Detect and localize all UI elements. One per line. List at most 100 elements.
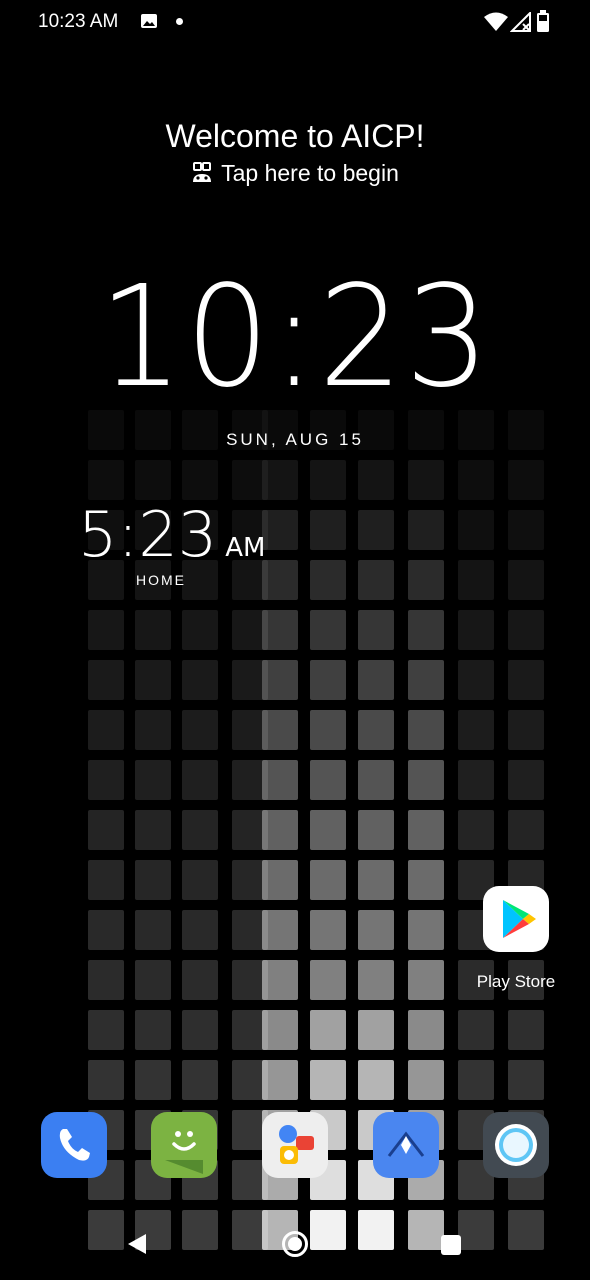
wallpaper-tile [508,610,544,650]
wallpaper-tile [508,760,544,800]
messaging-icon[interactable] [151,1112,217,1178]
wallpaper-tile [508,460,544,500]
wallpaper-tile [310,910,346,950]
status-bar: 10:23 AM [0,0,590,44]
browser-icon[interactable] [373,1112,439,1178]
wallpaper-tile [508,1060,544,1100]
wallpaper-tile [310,510,346,550]
wallpaper-tile [458,1060,494,1100]
wallpaper-tile [88,610,124,650]
welcome-title[interactable]: Welcome to AICP! [0,118,590,155]
wallpaper-tile [88,810,124,850]
back-icon[interactable] [126,1232,148,1256]
wallpaper-tile [135,1010,171,1050]
wallpaper-tile [408,510,444,550]
dock [0,1112,590,1178]
wallpaper-tile [262,510,298,550]
wallpaper-tile [458,710,494,750]
home-clock-label: HOME [136,572,186,588]
wallpaper-tile [358,760,394,800]
wallpaper [0,0,590,1280]
wallpaper-tile [262,560,298,600]
wallpaper-tile [310,460,346,500]
wallpaper-tile [135,710,171,750]
wallpaper-tile [262,1010,298,1050]
wallpaper-tile [262,910,298,950]
wallpaper-tile [508,660,544,700]
wallpaper-tile [310,610,346,650]
wallpaper-tile [408,460,444,500]
wallpaper-tile [182,810,218,850]
wallpaper-tile [358,710,394,750]
wallpaper-tile [508,560,544,600]
wallpaper-tile [135,810,171,850]
wallpaper-tile [408,860,444,900]
wallpaper-tile [310,810,346,850]
navigation-bar [0,1220,590,1280]
wallpaper-tile [88,710,124,750]
wallpaper-tile [182,710,218,750]
wallpaper-tile [358,560,394,600]
play-store-label[interactable]: Play Store [470,972,562,992]
wallpaper-tile [408,560,444,600]
wallpaper-tile [408,710,444,750]
wallpaper-tile [358,1010,394,1050]
wallpaper-tile [262,860,298,900]
wallpaper-tile [88,1060,124,1100]
wallpaper-tile [182,1060,218,1100]
wallpaper-tile [182,660,218,700]
wallpaper-tile [262,660,298,700]
wallpaper-tile [508,1010,544,1050]
camera-icon[interactable] [483,1112,549,1178]
wallpaper-tile [458,660,494,700]
wallpaper-tile [358,1060,394,1100]
wallpaper-tile [458,810,494,850]
wallpaper-tile [358,510,394,550]
wallpaper-tile [182,460,218,500]
wallpaper-tile [310,760,346,800]
wallpaper-tile [182,960,218,1000]
home-clock-widget[interactable]: 5:23 AM [78,498,265,571]
wallpaper-tile [135,610,171,650]
wallpaper-tile [88,960,124,1000]
wallpaper-tile [358,910,394,950]
wallpaper-tile [262,460,298,500]
wallpaper-tile [408,910,444,950]
wallpaper-tile [310,860,346,900]
notification-dot-icon [176,18,183,25]
home-icon[interactable] [281,1230,309,1258]
wallpaper-tile [310,1060,346,1100]
wallpaper-tile [88,760,124,800]
wallpaper-tile [135,960,171,1000]
wallpaper-tile [358,460,394,500]
recents-icon[interactable] [441,1235,461,1255]
wallpaper-tile [262,1060,298,1100]
setup-prompt-label: Tap here to begin [221,160,399,186]
setup-wizard-icon [193,162,212,182]
wallpaper-tile [458,760,494,800]
wallpaper-tile [310,660,346,700]
wifi-icon [484,12,508,31]
wallpaper-tile [358,810,394,850]
wallpaper-tile [182,760,218,800]
wallpaper-tile [508,510,544,550]
wallpaper-tile [458,560,494,600]
wallpaper-tile [408,960,444,1000]
wallpaper-tile [135,460,171,500]
wallpaper-tile [262,760,298,800]
wallpaper-tile [182,860,218,900]
play-store-icon[interactable] [483,886,549,952]
home-clock-ampm: AM [225,533,266,563]
wallpaper-tile [358,960,394,1000]
setup-prompt[interactable]: Tap here to begin [0,160,590,187]
wallpaper-tile [262,810,298,850]
phone-icon[interactable] [41,1112,107,1178]
lockscreen-clock[interactable]: 10:23 [15,268,576,408]
wallpaper-tile [408,1010,444,1050]
wallpaper-tile [88,1010,124,1050]
wallpaper-tile [358,860,394,900]
wallpaper-tile [262,710,298,750]
wallpaper-tile [88,860,124,900]
contacts-icon[interactable] [262,1112,328,1178]
wallpaper-tile [135,860,171,900]
